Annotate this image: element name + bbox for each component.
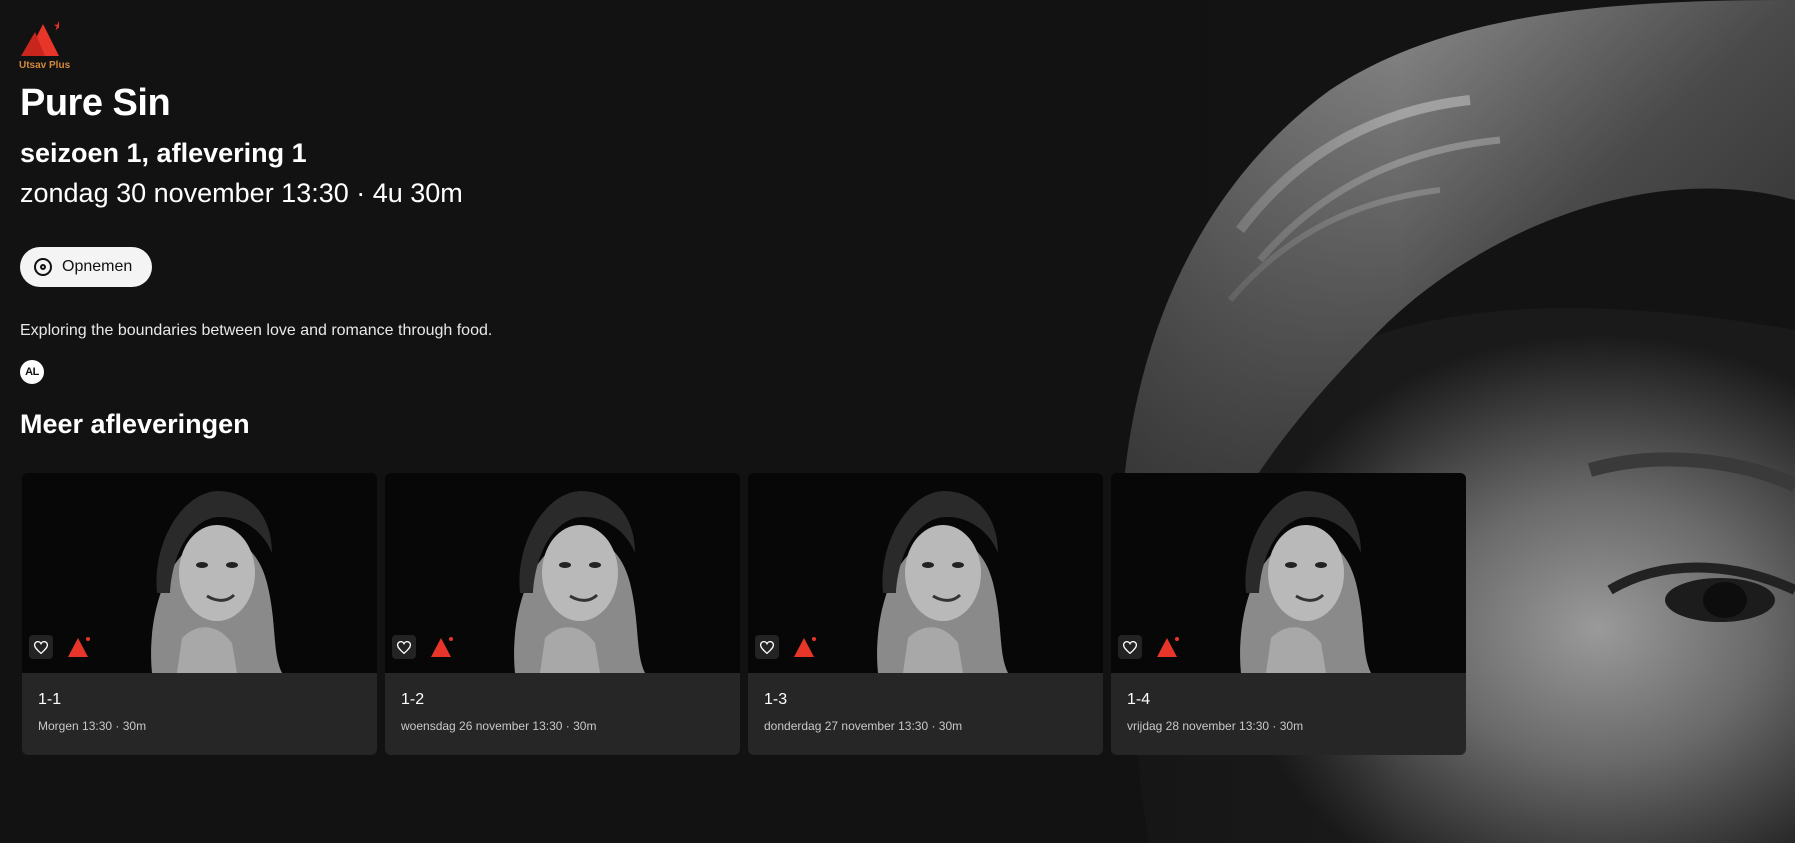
record-button-label: Opnemen <box>62 258 133 275</box>
episode-card[interactable]: 1-2 woensdag 26 november 13:30 · 30m <box>385 473 740 755</box>
heart-icon <box>760 640 774 654</box>
airtime-label: zondag 30 november 13:30 · 4u 30m <box>20 178 463 208</box>
record-button[interactable]: Opnemen <box>20 247 153 287</box>
age-rating-badge: AL <box>20 360 44 384</box>
episode-label: seizoen 1, aflevering 1 <box>20 138 307 168</box>
episode-thumbnail <box>22 473 377 673</box>
favorite-button[interactable] <box>1118 635 1142 659</box>
record-icon <box>34 258 52 276</box>
utsav-plus-logo-icon <box>21 21 64 56</box>
episode-card[interactable]: 1-1 Morgen 13:30 · 30m <box>22 473 377 755</box>
channel-logo-label: Utsav Plus <box>19 60 71 71</box>
episode-list: 1-1 Morgen 13:30 · 30m 1-2 woensdag 26 n… <box>22 473 1466 755</box>
episode-thumbnail <box>748 473 1103 673</box>
channel-logo-icon <box>1157 637 1179 657</box>
favorite-button[interactable] <box>755 635 779 659</box>
episode-card-subtitle: donderdag 27 november 13:30 · 30m <box>764 719 963 733</box>
program-description: Exploring the boundaries between love an… <box>20 322 493 339</box>
heart-icon <box>397 640 411 654</box>
favorite-button[interactable] <box>29 635 53 659</box>
channel-logo-icon <box>68 637 90 657</box>
more-episodes-heading: Meer afleveringen <box>20 409 250 439</box>
heart-icon <box>1123 640 1137 654</box>
episode-card-title: 1-1 <box>38 691 62 708</box>
episode-card-title: 1-4 <box>1127 691 1151 708</box>
favorite-button[interactable] <box>392 635 416 659</box>
episode-card-title: 1-2 <box>401 691 425 708</box>
episode-card[interactable]: 1-4 vrijdag 28 november 13:30 · 30m <box>1111 473 1466 755</box>
program-detail-page: Utsav Plus Pure Sin seizoen 1, afleverin… <box>0 0 1795 843</box>
episode-card[interactable]: 1-3 donderdag 27 november 13:30 · 30m <box>748 473 1103 755</box>
channel-logo-icon <box>794 637 816 657</box>
episode-thumbnail <box>385 473 740 673</box>
page-title: Pure Sin <box>20 82 171 124</box>
episode-card-subtitle: Morgen 13:30 · 30m <box>38 719 147 733</box>
episode-card-title: 1-3 <box>764 691 788 708</box>
channel-logo-icon <box>431 637 453 657</box>
episode-card-subtitle: vrijdag 28 november 13:30 · 30m <box>1127 719 1304 733</box>
heart-icon <box>34 640 48 654</box>
channel-logo: Utsav Plus <box>19 20 79 74</box>
episode-thumbnail <box>1111 473 1466 673</box>
episode-card-subtitle: woensdag 26 november 13:30 · 30m <box>401 719 597 733</box>
